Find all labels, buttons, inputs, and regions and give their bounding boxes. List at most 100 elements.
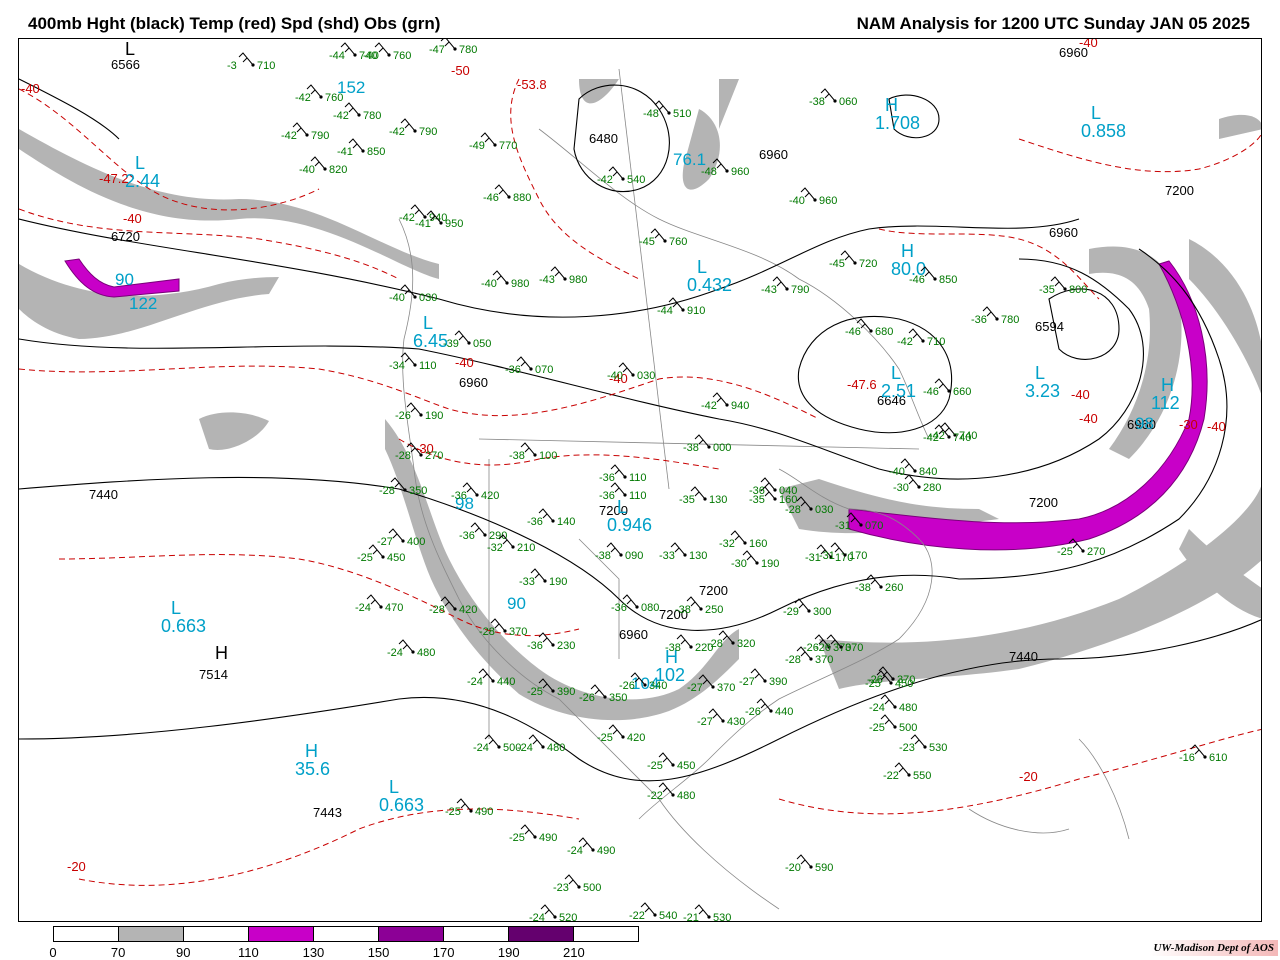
observation-height: 370	[717, 682, 735, 694]
observation-temp: -24	[567, 845, 583, 857]
observation-temp: -42	[399, 212, 415, 224]
legend-tick-label: 70	[110, 945, 126, 960]
temperature-label: -40	[1079, 411, 1098, 426]
pressure-center-value: 1.708	[875, 113, 920, 133]
observation-height: 720	[859, 258, 877, 270]
map-canvas: 6566672069607200744064806960696065946646…	[19, 39, 1261, 921]
height-label: 6960	[459, 375, 488, 390]
speed-label: 122	[129, 294, 157, 313]
observation-height: 370	[509, 626, 527, 638]
observation-height: 820	[329, 164, 347, 176]
observation-height: 110	[629, 472, 647, 484]
legend-tick-label: 110	[237, 945, 259, 960]
observation-temp: -45	[829, 258, 845, 270]
pressure-center-high: H	[305, 741, 318, 761]
temperature-label: -47.6	[847, 377, 877, 392]
observation-height: 760	[669, 236, 687, 248]
observation-temp: -36	[527, 516, 543, 528]
observation-height: 960	[819, 195, 837, 207]
observation-temp: -24	[387, 647, 403, 659]
speed-color-legend	[53, 926, 639, 942]
observation-height: 710	[927, 336, 945, 348]
observation-temp: -25	[869, 722, 885, 734]
observation-height: 300	[813, 606, 831, 618]
pressure-center-value: 2.51	[881, 381, 916, 401]
observation-temp: -36	[451, 490, 467, 502]
observation-height: 420	[627, 732, 645, 744]
observation-temp: -38	[509, 450, 525, 462]
observation-height: 470	[385, 602, 403, 614]
observation-temp: -36	[599, 472, 615, 484]
temperature-label: -40	[123, 211, 142, 226]
observation-temp: -41	[415, 218, 431, 230]
observation-height: 430	[727, 716, 745, 728]
observation-height: 500	[583, 882, 601, 894]
observation-temp: -46	[909, 274, 925, 286]
observation-height: 030	[419, 292, 437, 304]
observation-temp: -38	[809, 96, 825, 108]
observation-temp: -35	[679, 494, 695, 506]
observation-temp: -32	[719, 538, 735, 550]
pressure-center-value: 0.663	[161, 616, 206, 636]
observation-temp: -24	[869, 702, 885, 714]
observation-temp: -42	[333, 110, 349, 122]
observation-height: 030	[815, 504, 833, 516]
observation-height: 490	[539, 832, 557, 844]
pressure-center-low: L	[389, 777, 399, 797]
legend-tick-label: 90	[175, 945, 191, 960]
observation-temp: -47	[429, 44, 445, 56]
observation-height: 420	[481, 490, 499, 502]
height-label: 6960	[619, 627, 648, 642]
observation-temp: -27	[739, 676, 755, 688]
observation-height: 500	[899, 722, 917, 734]
legend-swatch	[379, 927, 444, 941]
observation-height: 790	[791, 284, 809, 296]
observation-temp: -27	[377, 536, 393, 548]
pressure-center-low: L	[891, 363, 901, 383]
observation-temp: -26	[579, 692, 595, 704]
observation-temp: -43	[539, 274, 555, 286]
observation-temp: -42	[923, 432, 939, 444]
observation-height: 850	[367, 146, 385, 158]
observation-temp: -35	[1039, 284, 1055, 296]
analysis-time: NAM Analysis for 1200 UTC Sunday JAN 05 …	[856, 14, 1250, 33]
observation-temp: -42	[897, 336, 913, 348]
observation-temp: -26	[395, 410, 411, 422]
legend-tick-label: 190	[497, 945, 520, 960]
observation-height: 540	[627, 174, 645, 186]
observation-temp: -29	[783, 606, 799, 618]
pressure-center-low: L	[697, 257, 707, 277]
observation-height: 960	[731, 166, 749, 178]
legend-tick-label: 170	[432, 945, 455, 960]
observation-height: 280	[923, 482, 941, 494]
observation-height: 710	[257, 60, 275, 72]
observation-temp: -42	[597, 174, 613, 186]
observation-height: 840	[919, 466, 937, 478]
observation-temp: -25	[597, 732, 613, 744]
legend-tick-label: 130	[302, 945, 325, 960]
observation-temp: -46	[923, 386, 939, 398]
observation-height: 850	[939, 274, 957, 286]
height-label: 7443	[313, 805, 342, 820]
observation-temp: -38	[855, 582, 871, 594]
observation-temp: -25	[445, 806, 461, 818]
observation-height: 350	[409, 485, 427, 497]
credit-label: UW-Madison Dept of AOS	[1149, 940, 1278, 956]
observation-temp: -48	[643, 108, 659, 120]
pressure-center-high: H	[215, 643, 228, 663]
pressure-center-low: L	[125, 39, 135, 59]
observation-height: 450	[387, 552, 405, 564]
observation-height: 440	[775, 706, 793, 718]
pressure-center-high: H	[1161, 375, 1174, 395]
temperature-label: -20	[1019, 769, 1038, 784]
height-label: 6960	[759, 147, 788, 162]
observation-height: 250	[705, 604, 723, 616]
observation-height: 270	[425, 450, 443, 462]
legend-tick-label: 210	[563, 945, 585, 960]
observation-temp: -36	[971, 314, 987, 326]
observation-temp: -40	[299, 164, 315, 176]
temperature-label: -40	[1207, 419, 1226, 434]
observation-height: 190	[761, 558, 779, 570]
pressure-center-value: 0.946	[607, 515, 652, 535]
observation-temp: -36	[505, 364, 521, 376]
